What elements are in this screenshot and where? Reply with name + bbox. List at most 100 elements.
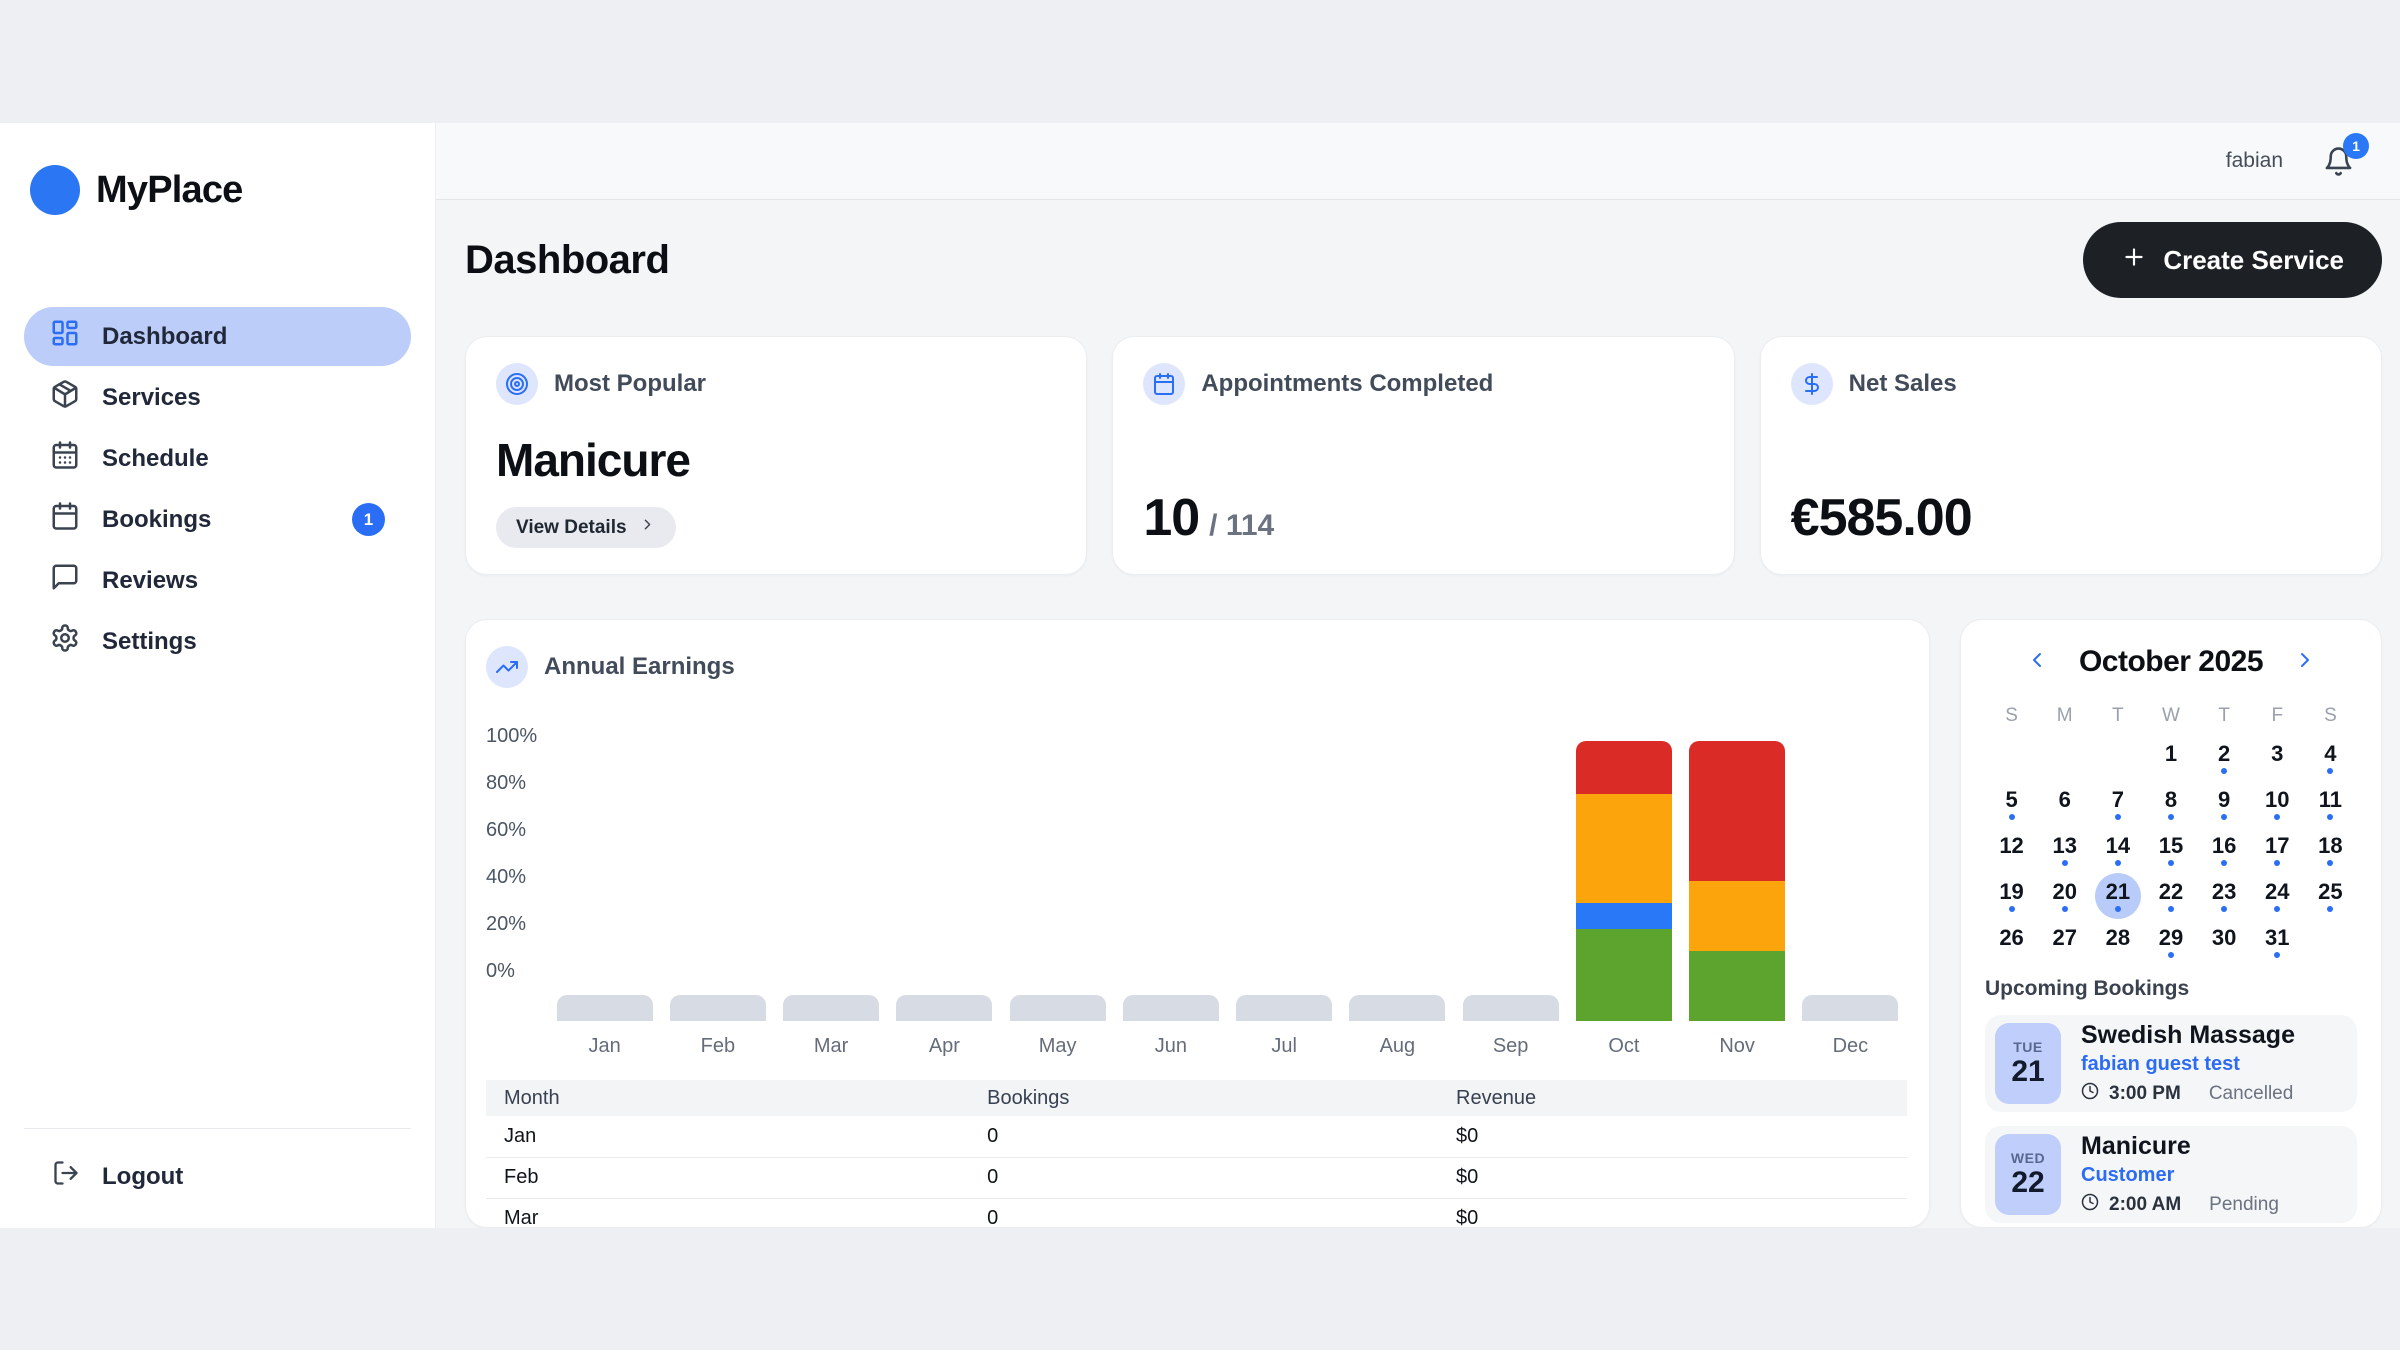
calendar-day-24[interactable]: 24 xyxy=(2251,873,2304,919)
logout-label: Logout xyxy=(102,1163,183,1191)
calendar-day-1[interactable]: 1 xyxy=(2144,735,2197,781)
calendar-next-button[interactable] xyxy=(2289,644,2321,679)
day-number: 5 xyxy=(2005,788,2017,812)
empty-bar xyxy=(783,995,879,1021)
view-details-button[interactable]: View Details xyxy=(496,507,676,548)
settings-icon xyxy=(50,623,80,660)
booking-dot xyxy=(2168,906,2174,912)
calendar-header: October 2025 xyxy=(1985,644,2357,679)
calendar-week-row: 262728 29 3031 xyxy=(1985,919,2357,965)
logout-button[interactable]: Logout xyxy=(24,1159,411,1194)
lower-row: Annual Earnings 100%80%60%40%20%0% JanFe… xyxy=(465,619,2382,1228)
calendar-day-13[interactable]: 13 xyxy=(2038,827,2091,873)
bar-dec xyxy=(1794,709,1907,1021)
calendar-day-10[interactable]: 10 xyxy=(2251,781,2304,827)
sidebar-item-label: Services xyxy=(102,384,201,412)
day-number: 16 xyxy=(2212,834,2236,858)
empty-bar xyxy=(557,995,653,1021)
day: 17 xyxy=(2254,827,2300,873)
booking-dot xyxy=(2009,906,2015,912)
sidebar-item-schedule[interactable]: Schedule xyxy=(24,429,411,488)
y-axis-label: 100% xyxy=(486,725,548,748)
day-number: 6 xyxy=(2059,788,2071,812)
calendar-day-25[interactable]: 25 xyxy=(2304,873,2357,919)
calendar-day-16[interactable]: 16 xyxy=(2198,827,2251,873)
y-axis-label: 40% xyxy=(486,866,548,889)
booking-time: 3:00 PM xyxy=(2109,1083,2181,1105)
x-axis-label: Jul xyxy=(1228,1035,1341,1058)
calendar-day-5[interactable]: 5 xyxy=(1985,781,2038,827)
calendar-prev-button[interactable] xyxy=(2021,644,2053,679)
x-axis-label: Nov xyxy=(1681,1035,1794,1058)
sidebar-nav: Dashboard Services Schedule Bookings1Review… xyxy=(24,307,411,673)
calendar-day-17[interactable]: 17 xyxy=(2251,827,2304,873)
calendar-day-8[interactable]: 8 xyxy=(2144,781,2197,827)
calendar-day-19[interactable]: 19 xyxy=(1985,873,2038,919)
x-axis-label: Jun xyxy=(1114,1035,1227,1058)
table-column-header: Month xyxy=(486,1080,969,1116)
sidebar-item-dashboard[interactable]: Dashboard xyxy=(24,307,411,366)
booking-customer-link[interactable]: fabian guest test xyxy=(2081,1053,2295,1076)
username[interactable]: fabian xyxy=(2226,149,2283,173)
calendar-day-3[interactable]: 3 xyxy=(2251,735,2304,781)
calendar-panel: October 2025 SMTWTFS 1234567891011121314… xyxy=(1960,619,2382,1228)
chart-area: 100%80%60%40%20%0% xyxy=(486,709,1907,1021)
calendar-day-21[interactable]: 21 xyxy=(2091,873,2144,919)
calendar-day-18[interactable]: 18 xyxy=(2304,827,2357,873)
booking-title: Swedish Massage xyxy=(2081,1021,2295,1050)
calendar-day-11[interactable]: 11 xyxy=(2304,781,2357,827)
y-axis-label: 60% xyxy=(486,819,548,842)
sidebar-item-reviews[interactable]: Reviews xyxy=(24,551,411,610)
logout-icon xyxy=(52,1159,80,1194)
booking-meta: 3:00 PMCancelled xyxy=(2081,1082,2295,1106)
chevron-right-icon xyxy=(639,516,656,539)
earnings-table: MonthBookingsRevenue Jan0$0Feb0$0Mar0$0 xyxy=(486,1080,1907,1228)
sidebar-item-settings[interactable]: Settings xyxy=(24,612,411,671)
booking-item[interactable]: TUE21Swedish Massagefabian guest test3:0… xyxy=(1985,1015,2357,1112)
calendar-day-28[interactable]: 28 xyxy=(2091,919,2144,965)
calendar-day-30[interactable]: 30 xyxy=(2198,919,2251,965)
calendar-day-2[interactable]: 2 xyxy=(2198,735,2251,781)
calendar-day-7[interactable]: 7 xyxy=(2091,781,2144,827)
booking-dot xyxy=(2327,814,2333,820)
segment-orange xyxy=(1576,794,1672,903)
day: 12 xyxy=(1989,827,2035,873)
calendar-day-20[interactable]: 20 xyxy=(2038,873,2091,919)
selected-day: 21 xyxy=(2095,873,2141,919)
calendar-day-31[interactable]: 31 xyxy=(2251,919,2304,965)
create-service-button[interactable]: Create Service xyxy=(2083,222,2382,298)
bar-jan xyxy=(548,709,661,1021)
calendar-day-27[interactable]: 27 xyxy=(2038,919,2091,965)
page-header: Dashboard Create Service xyxy=(465,220,2382,300)
notifications-button[interactable]: 1 xyxy=(2323,146,2354,177)
table-cell: Mar xyxy=(486,1198,969,1228)
booking-item[interactable]: WED22ManicureCustomer2:00 AMPending xyxy=(1985,1126,2357,1223)
sidebar-item-services[interactable]: Services xyxy=(24,368,411,427)
day-number: 7 xyxy=(2112,788,2124,812)
calendar-title: October 2025 xyxy=(2079,645,2263,679)
table-column-header: Bookings xyxy=(969,1080,1438,1116)
day-number: 23 xyxy=(2212,880,2236,904)
booking-customer-link[interactable]: Customer xyxy=(2081,1164,2279,1187)
day: 25 xyxy=(2307,873,2353,919)
calendar-day-29[interactable]: 29 xyxy=(2144,919,2197,965)
y-axis-label: 80% xyxy=(486,772,548,795)
bookings-count-badge: 1 xyxy=(352,503,385,536)
calendar-day-23[interactable]: 23 xyxy=(2198,873,2251,919)
booking-dot xyxy=(2168,860,2174,866)
chevron-right-icon xyxy=(2293,648,2317,675)
calendar-week-row: 1234 xyxy=(1985,735,2357,781)
calendar-day-15[interactable]: 15 xyxy=(2144,827,2197,873)
calendar-day-22[interactable]: 22 xyxy=(2144,873,2197,919)
day-number: 29 xyxy=(2159,926,2183,950)
booking-date-chip: WED22 xyxy=(1995,1134,2061,1215)
booking-dot xyxy=(2274,814,2280,820)
calendar-day-9[interactable]: 9 xyxy=(2198,781,2251,827)
calendar-day-14[interactable]: 14 xyxy=(2091,827,2144,873)
sidebar-item-bookings[interactable]: Bookings1 xyxy=(24,490,411,549)
sidebar-item-label: Schedule xyxy=(102,445,209,473)
calendar-day-4[interactable]: 4 xyxy=(2304,735,2357,781)
calendar-day-6[interactable]: 6 xyxy=(2038,781,2091,827)
calendar-day-12[interactable]: 12 xyxy=(1985,827,2038,873)
calendar-day-26[interactable]: 26 xyxy=(1985,919,2038,965)
